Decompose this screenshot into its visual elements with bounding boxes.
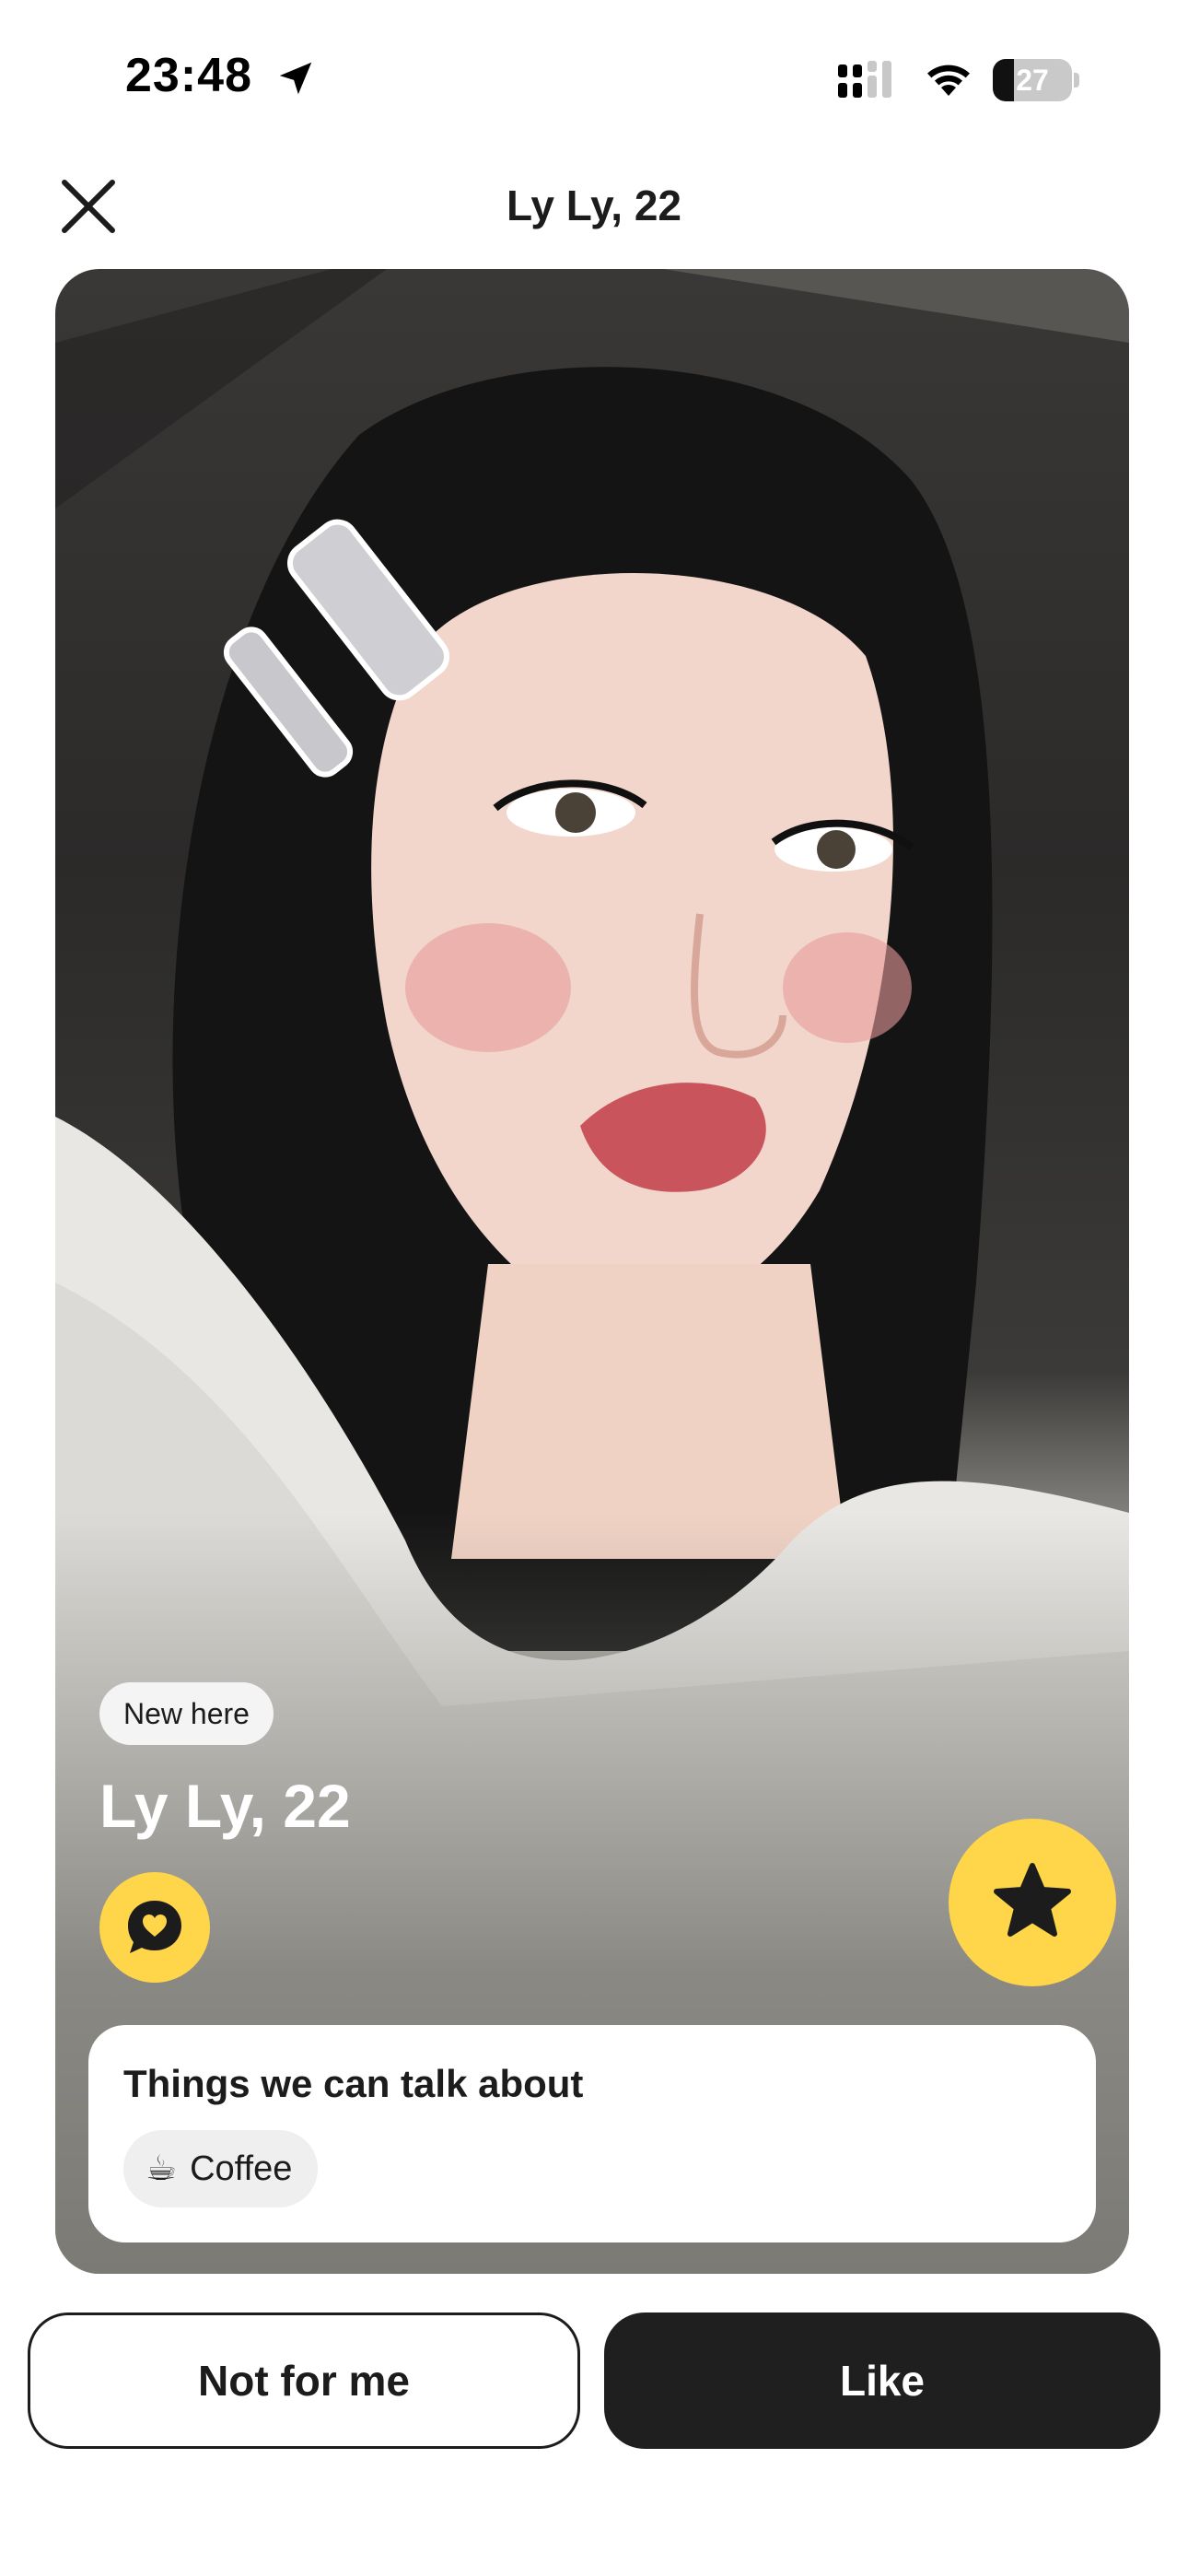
status-bar: 23:48 27	[0, 0, 1188, 157]
battery-level: 27	[1016, 64, 1049, 97]
chat-heart-icon	[128, 1901, 181, 1953]
superlike-button[interactable]	[949, 1819, 1116, 1986]
page-title: Ly Ly, 22	[506, 181, 682, 229]
battery-icon: 27	[993, 59, 1081, 101]
star-icon	[994, 1863, 1071, 1937]
chat-button[interactable]	[99, 1872, 210, 1983]
wifi-icon	[927, 64, 970, 96]
talk-about-title: Things we can talk about	[123, 2062, 584, 2105]
new-here-badge: New here	[99, 1682, 274, 1745]
talk-about-panel: Things we can talk about ☕ Coffee	[88, 2025, 1096, 2242]
location-arrow-icon	[279, 62, 312, 95]
profile-name-age: Ly Ly, 22	[99, 1772, 351, 1840]
topic-label: Coffee	[190, 2149, 293, 2188]
cellular-signal-icon	[838, 61, 891, 98]
topic-chip-coffee[interactable]: ☕ Coffee	[123, 2130, 319, 2207]
profile-card[interactable]: New here Ly Ly, 22 Things we can talk ab…	[55, 269, 1129, 2274]
coffee-icon: ☕	[146, 2149, 178, 2188]
not-for-me-button[interactable]: Not for me	[28, 2313, 580, 2449]
profile-photo	[55, 269, 1129, 2274]
status-time: 23:48	[125, 49, 252, 102]
like-button[interactable]: Like	[604, 2313, 1160, 2449]
